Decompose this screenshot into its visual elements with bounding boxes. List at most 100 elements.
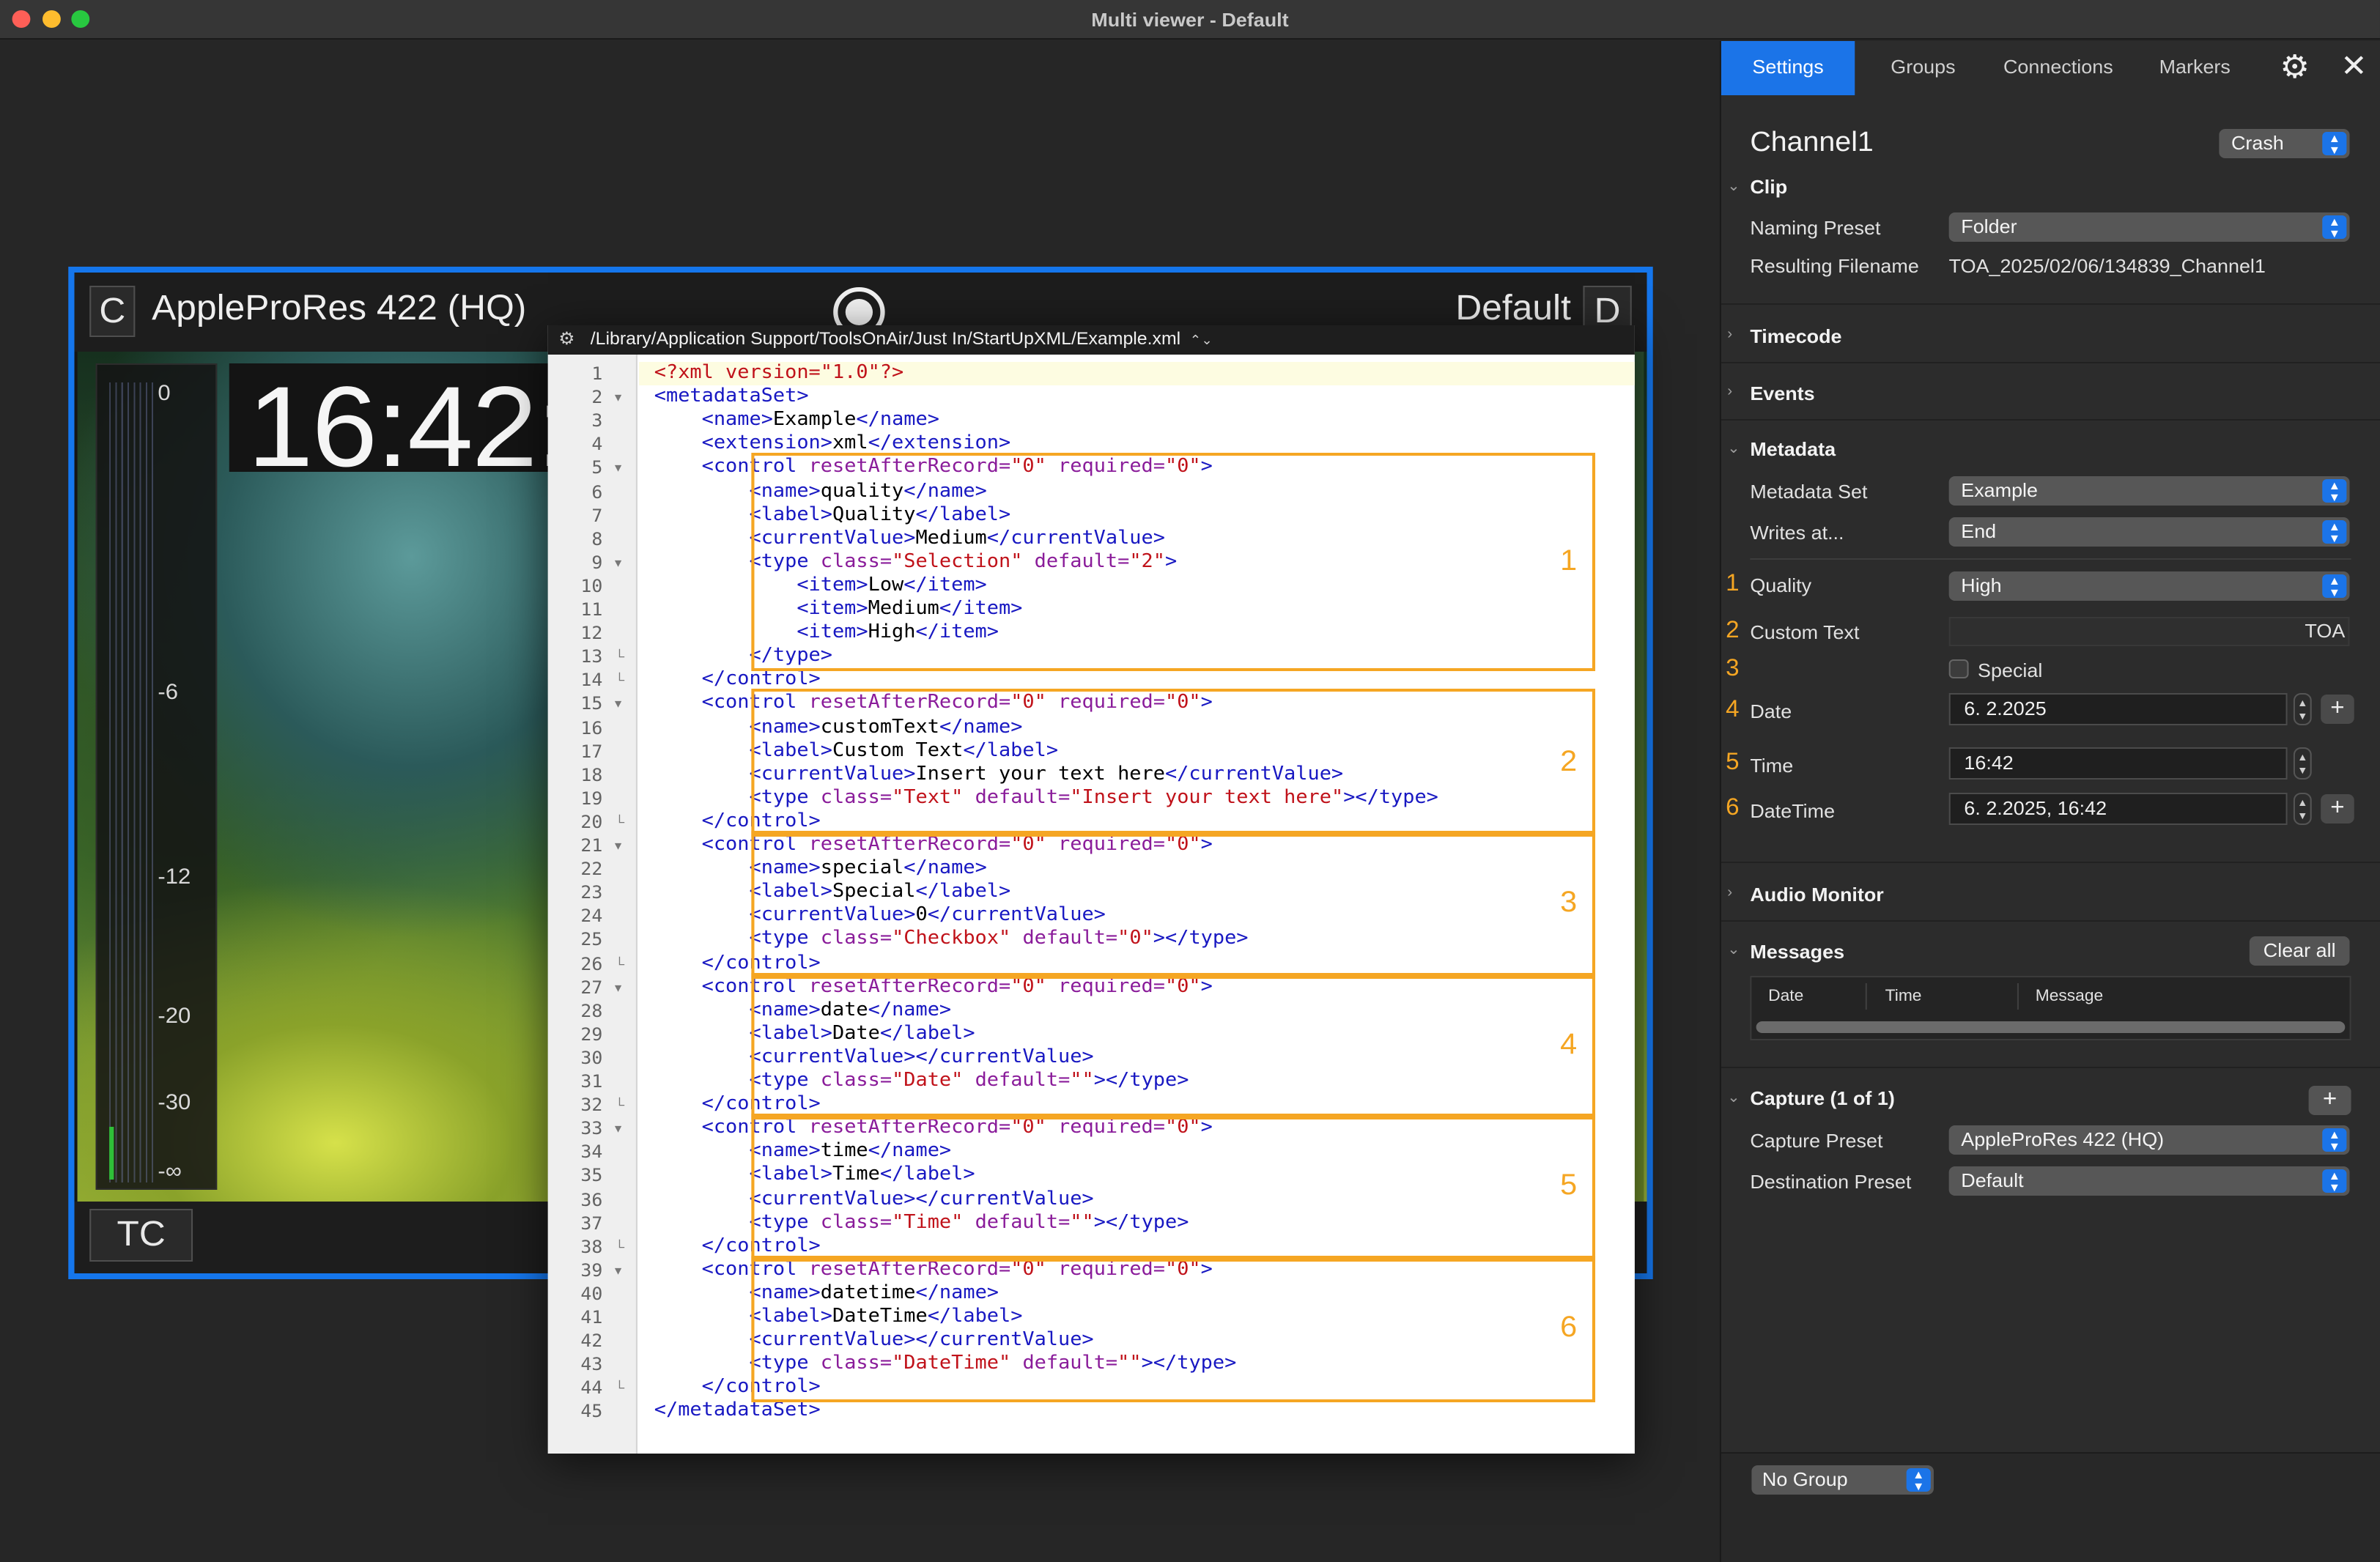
tab-groups[interactable]: Groups <box>1866 41 1981 95</box>
datetime-stepper[interactable]: ▲ ▼ <box>2293 793 2312 825</box>
section-timecode[interactable]: Timecode <box>1750 325 1841 347</box>
special-checkbox[interactable] <box>1948 659 1969 678</box>
chevron-down-icon[interactable]: ⌄ <box>1727 179 1740 195</box>
quality-select[interactable]: High ▲ ▼ <box>1948 571 2350 601</box>
timecode-value: 16:42: <box>247 362 569 491</box>
resulting-filename-label: Resulting Filename <box>1750 255 1919 277</box>
code-line: <metadataSet> <box>654 385 809 408</box>
updown-arrows-icon: ▲ ▼ <box>2322 132 2347 156</box>
tab-connections[interactable]: Connections <box>1990 41 2126 95</box>
fold-toggle-icon[interactable]: ▾ <box>615 1117 621 1140</box>
meter-tick: -30 <box>158 1090 191 1115</box>
custom-text-field[interactable]: TOA <box>1948 617 2350 646</box>
writes-at-select[interactable]: End ▲ ▼ <box>1948 517 2350 547</box>
updown-arrows-icon: ▲ ▼ <box>2322 479 2347 503</box>
line-number: 45 <box>580 1401 603 1422</box>
metadata-set-value: Example <box>1961 479 2039 501</box>
gear-icon[interactable]: ⚙ <box>558 328 574 349</box>
naming-preset-value: Folder <box>1961 215 2017 237</box>
line-number: 2 <box>591 387 603 408</box>
line-number: 37 <box>580 1213 603 1234</box>
date-label: Date <box>1750 700 1792 722</box>
code-area[interactable]: <?xml version="1.0"?> <metadataSet> <name… <box>639 355 1635 1454</box>
destination-preset-select[interactable]: Default ▲ ▼ <box>1948 1166 2350 1196</box>
line-number: 9 <box>591 552 603 573</box>
xml-editor-window[interactable]: ⚙ /Library/Application Support/ToolsOnAi… <box>547 325 1635 1454</box>
time-field[interactable]: 16:42 <box>1948 747 2288 780</box>
chevron-right-icon[interactable]: › <box>1727 885 1732 901</box>
capture-preset-select[interactable]: AppleProRes 422 (HQ) ▲ ▼ <box>1948 1125 2350 1155</box>
chevron-down-icon[interactable]: ⌄ <box>1727 942 1740 958</box>
meter-tick: -6 <box>158 680 179 705</box>
clear-all-button[interactable]: Clear all <box>2249 936 2350 966</box>
control-group-box: 1 <box>751 453 1596 672</box>
chevron-right-icon[interactable]: › <box>1727 327 1732 343</box>
meter-tick: -20 <box>158 1004 191 1029</box>
field-number: 2 <box>1726 618 1740 643</box>
fold-toggle-icon[interactable]: ▾ <box>615 834 621 857</box>
naming-preset-select[interactable]: Folder ▲ ▼ <box>1948 212 2350 242</box>
section-capture[interactable]: Capture (1 of 1) <box>1750 1087 1894 1109</box>
control-group-box: 4 <box>751 972 1596 1120</box>
column-message[interactable]: Message <box>2036 988 2103 1005</box>
time-stepper[interactable]: ▲ ▼ <box>2293 747 2312 780</box>
fold-toggle-icon[interactable]: ▾ <box>615 385 621 409</box>
line-number: 40 <box>580 1283 603 1304</box>
section-events[interactable]: Events <box>1750 382 1814 404</box>
timecode-display: 16:42: <box>229 362 569 491</box>
column-time[interactable]: Time <box>1885 988 1922 1005</box>
section-messages[interactable]: Messages <box>1750 941 1844 963</box>
gear-icon[interactable]: ⚙ <box>2280 48 2310 86</box>
date-stepper[interactable]: ▲ ▼ <box>2293 693 2312 725</box>
updown-arrows-icon: ▲ ▼ <box>2322 1169 2347 1193</box>
line-number: 3 <box>591 410 603 432</box>
fold-end-icon: └ <box>614 814 625 829</box>
horizontal-scrollbar[interactable] <box>1756 1021 2346 1033</box>
capture-preset-value: AppleProRes 422 (HQ) <box>1961 1128 2165 1150</box>
divider <box>1721 419 2380 421</box>
line-number: 20 <box>580 811 603 832</box>
column-date[interactable]: Date <box>1768 988 1803 1005</box>
fold-toggle-icon[interactable]: ▾ <box>615 456 621 480</box>
chevron-down-icon[interactable]: ⌄ <box>1727 441 1740 457</box>
channel-state-select[interactable]: Crash ▲ ▼ <box>2219 129 2350 158</box>
datetime-field[interactable]: 6. 2.2025, 16:42 <box>1948 793 2288 825</box>
section-audio-monitor[interactable]: Audio Monitor <box>1750 884 1883 906</box>
destination-preset-label: Destination Preset <box>1750 1171 1912 1193</box>
tab-markers[interactable]: Markers <box>2139 41 2251 95</box>
updown-arrows-icon: ▲ ▼ <box>2322 574 2347 599</box>
line-number: 5 <box>591 457 603 478</box>
column-divider <box>1865 983 1867 1010</box>
line-number: 14 <box>580 670 603 691</box>
fold-toggle-icon[interactable]: ▾ <box>615 975 621 999</box>
add-capture-button[interactable]: + <box>2308 1086 2351 1115</box>
date-add-button[interactable]: + <box>2321 695 2354 724</box>
fold-toggle-icon[interactable]: ▾ <box>615 551 621 574</box>
chevron-right-icon[interactable]: › <box>1727 384 1732 400</box>
fold-toggle-icon[interactable]: ▾ <box>615 1259 621 1282</box>
date-field[interactable]: 6. 2.2025 <box>1948 693 2288 725</box>
divider <box>1721 362 2380 363</box>
line-number: 23 <box>580 882 603 903</box>
line-number: 33 <box>580 1118 603 1139</box>
channel-name: Channel1 <box>1750 127 1874 158</box>
fold-toggle-icon[interactable]: ▾ <box>615 692 621 716</box>
section-clip[interactable]: Clip <box>1750 176 1787 198</box>
line-number: 11 <box>580 599 603 620</box>
messages-table[interactable]: Date Time Message <box>1750 976 2351 1040</box>
tab-settings[interactable]: Settings <box>1721 41 1855 95</box>
xml-file-path: /Library/Application Support/ToolsOnAir/… <box>590 328 1181 349</box>
xml-path-bar[interactable]: ⚙ /Library/Application Support/ToolsOnAi… <box>547 325 1635 355</box>
metadata-set-label: Metadata Set <box>1750 481 1868 503</box>
chevron-down-icon[interactable]: ⌄ <box>1727 1090 1740 1106</box>
group-select-value: No Group <box>1762 1468 1848 1490</box>
line-number: 44 <box>580 1377 603 1399</box>
control-group-number: 5 <box>1560 1169 1578 1202</box>
close-icon[interactable]: ✕ <box>2340 48 2367 85</box>
line-number: 25 <box>580 929 603 950</box>
group-select[interactable]: No Group ▲ ▼ <box>1751 1465 1934 1495</box>
metadata-set-select[interactable]: Example ▲ ▼ <box>1948 476 2350 506</box>
section-metadata[interactable]: Metadata <box>1750 438 1836 460</box>
datetime-add-button[interactable]: + <box>2321 794 2354 823</box>
updown-arrows-icon[interactable]: ⌃⌄ <box>1190 333 1213 347</box>
